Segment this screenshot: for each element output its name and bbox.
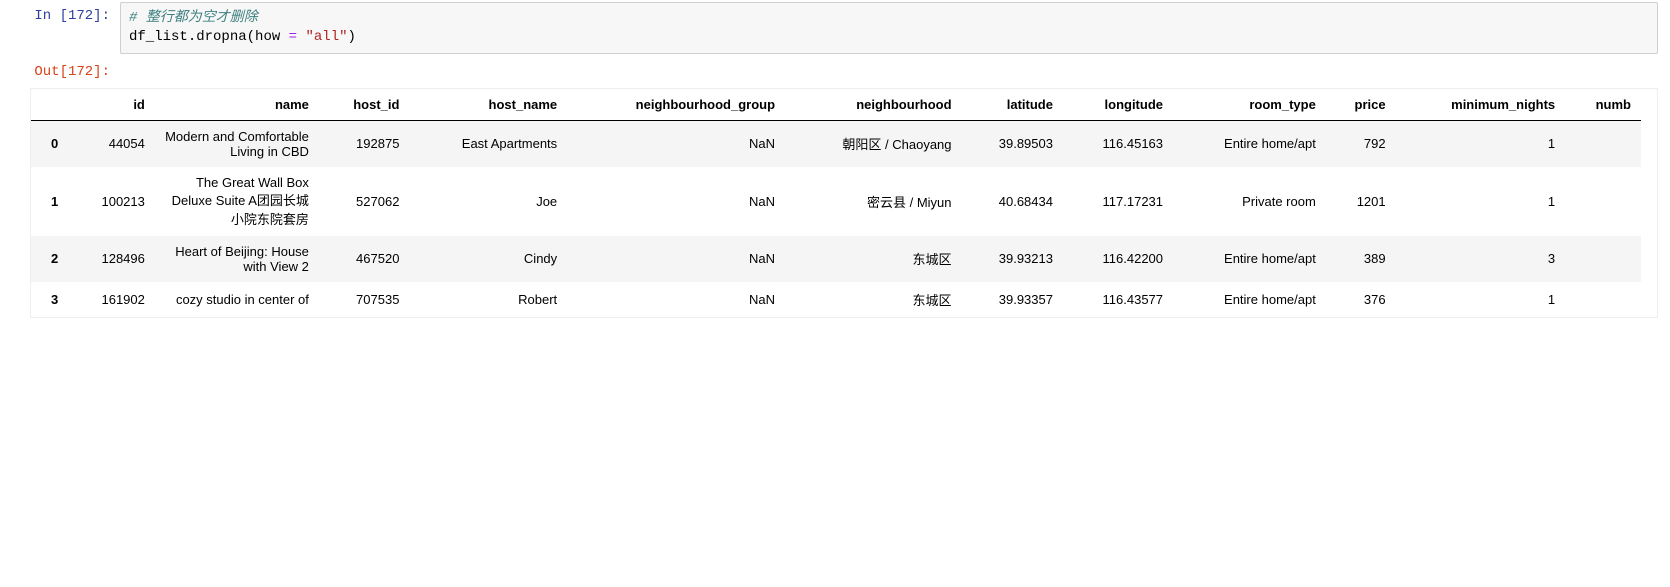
cell-longitude: 116.42200 [1063, 236, 1173, 282]
dataframe-output[interactable]: id name host_id host_name neighbourhood_… [30, 88, 1658, 318]
cell-longitude: 117.17231 [1063, 167, 1173, 236]
cell-minimum-nights: 1 [1396, 282, 1566, 317]
cell-id: 128496 [68, 236, 155, 282]
cell-id: 44054 [68, 120, 155, 167]
col-index [31, 89, 68, 121]
cell-host-id: 707535 [319, 282, 410, 317]
code-lparen: ( [247, 29, 255, 45]
cell-room-type: Entire home/apt [1173, 120, 1326, 167]
table-row: 2128496Heart of Beijing: House with View… [31, 236, 1641, 282]
cell-numb [1565, 167, 1641, 236]
col-name: name [155, 89, 319, 121]
cell-longitude: 116.43577 [1063, 282, 1173, 317]
cell-host-name: Cindy [409, 236, 567, 282]
code-eq: = [280, 29, 305, 45]
table-row: 044054Modern and Comfortable Living in C… [31, 120, 1641, 167]
cell-room-type: Entire home/apt [1173, 236, 1326, 282]
cell-neighbourhood: 东城区 [785, 236, 961, 282]
code-input[interactable]: # 整行都为空才删除 df_list.dropna(how = "all") [120, 2, 1658, 54]
col-room-type: room_type [1173, 89, 1326, 121]
col-longitude: longitude [1063, 89, 1173, 121]
col-neighbourhood: neighbourhood [785, 89, 961, 121]
cell-neighbourhood-group: NaN [567, 236, 785, 282]
cell-numb [1565, 236, 1641, 282]
cell-name: The Great Wall Box Deluxe Suite A团园长城小院东… [155, 167, 319, 236]
table-row: 3161902cozy studio in center of707535Rob… [31, 282, 1641, 317]
col-id: id [68, 89, 155, 121]
out-prompt: Out[172]: [0, 58, 120, 86]
cell-host-name: Joe [409, 167, 567, 236]
code-rparen: ) [348, 29, 356, 45]
code-method: dropna [196, 29, 246, 45]
cell-name: Modern and Comfortable Living in CBD [155, 120, 319, 167]
code-dot: . [188, 29, 196, 45]
cell-room-type: Private room [1173, 167, 1326, 236]
row-index: 1 [31, 167, 68, 236]
row-index: 3 [31, 282, 68, 317]
cell-price: 389 [1326, 236, 1396, 282]
cell-minimum-nights: 3 [1396, 236, 1566, 282]
cell-host-name: East Apartments [409, 120, 567, 167]
cell-name: Heart of Beijing: House with View 2 [155, 236, 319, 282]
cell-neighbourhood-group: NaN [567, 120, 785, 167]
cell-host-id: 527062 [319, 167, 410, 236]
cell-neighbourhood: 东城区 [785, 282, 961, 317]
code-str: "all" [305, 29, 347, 45]
cell-host-name: Robert [409, 282, 567, 317]
header-row: id name host_id host_name neighbourhood_… [31, 89, 1641, 121]
cell-latitude: 39.93213 [962, 236, 1063, 282]
input-cell: In [172]: # 整行都为空才删除 df_list.dropna(how … [0, 0, 1670, 56]
cell-latitude: 39.93357 [962, 282, 1063, 317]
cell-neighbourhood-group: NaN [567, 282, 785, 317]
cell-id: 161902 [68, 282, 155, 317]
code-kw: how [255, 29, 280, 45]
row-index: 2 [31, 236, 68, 282]
code-comment: # 整行都为空才删除 [129, 10, 258, 26]
cell-minimum-nights: 1 [1396, 167, 1566, 236]
col-host-id: host_id [319, 89, 410, 121]
col-host-name: host_name [409, 89, 567, 121]
cell-host-id: 467520 [319, 236, 410, 282]
cell-price: 792 [1326, 120, 1396, 167]
horizontal-scrollbar[interactable] [30, 318, 1640, 334]
cell-latitude: 40.68434 [962, 167, 1063, 236]
in-prompt: In [172]: [0, 2, 120, 30]
cell-neighbourhood: 朝阳区 / Chaoyang [785, 120, 961, 167]
col-latitude: latitude [962, 89, 1063, 121]
cell-neighbourhood-group: NaN [567, 167, 785, 236]
cell-price: 376 [1326, 282, 1396, 317]
cell-price: 1201 [1326, 167, 1396, 236]
cell-longitude: 116.45163 [1063, 120, 1173, 167]
cell-minimum-nights: 1 [1396, 120, 1566, 167]
col-minimum-nights: minimum_nights [1396, 89, 1566, 121]
cell-id: 100213 [68, 167, 155, 236]
dataframe-table: id name host_id host_name neighbourhood_… [31, 89, 1641, 317]
cell-numb [1565, 282, 1641, 317]
col-price: price [1326, 89, 1396, 121]
cell-neighbourhood: 密云县 / Miyun [785, 167, 961, 236]
col-numb: numb [1565, 89, 1641, 121]
cell-name: cozy studio in center of [155, 282, 319, 317]
col-neighbourhood-group: neighbourhood_group [567, 89, 785, 121]
output-cell: Out[172]: [0, 56, 1670, 88]
row-index: 0 [31, 120, 68, 167]
cell-host-id: 192875 [319, 120, 410, 167]
table-row: 1100213The Great Wall Box Deluxe Suite A… [31, 167, 1641, 236]
code-var: df_list [129, 29, 188, 45]
cell-numb [1565, 120, 1641, 167]
cell-latitude: 39.89503 [962, 120, 1063, 167]
cell-room-type: Entire home/apt [1173, 282, 1326, 317]
